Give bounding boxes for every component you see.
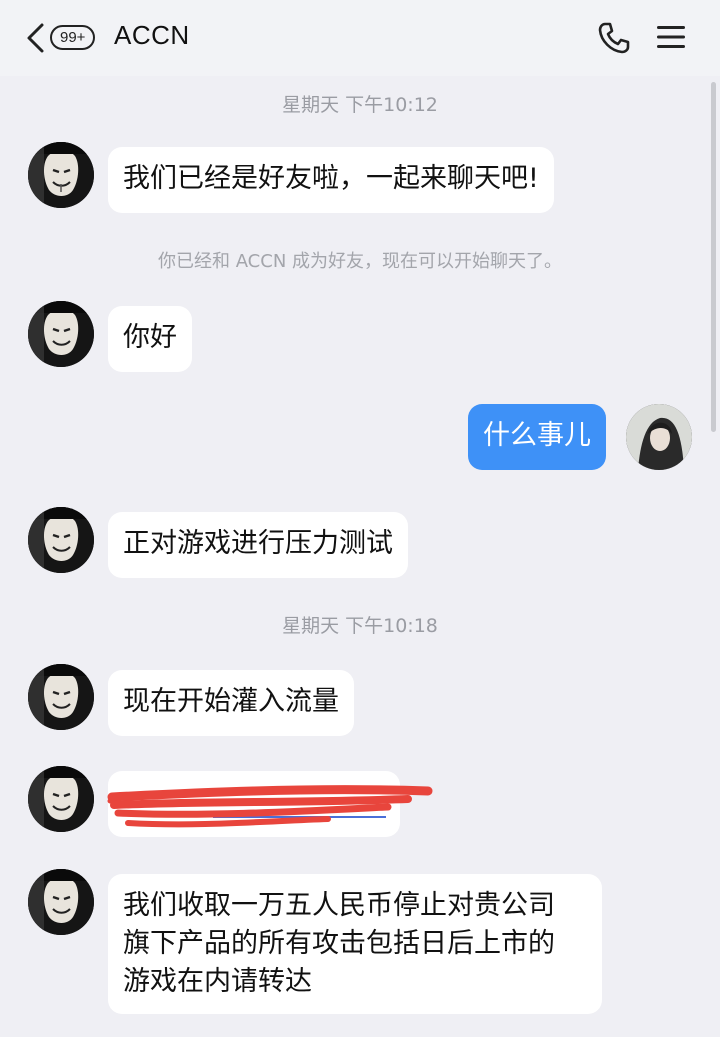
contact-avatar[interactable]	[28, 664, 94, 730]
message-bubble[interactable]: 你好	[108, 306, 192, 372]
my-avatar[interactable]	[626, 404, 692, 470]
mask-avatar-icon	[28, 664, 94, 730]
timestamp: 星期天 下午10:12	[282, 94, 438, 116]
contact-avatar[interactable]	[28, 507, 94, 573]
contact-avatar[interactable]	[28, 301, 94, 367]
message-bubble[interactable]: 我们收取一万五人民币停止对贵公司 旗下产品的所有攻击包括日后上市的 游戏在内请转…	[108, 874, 602, 1014]
redaction-scribble-icon	[107, 785, 433, 828]
message-bubble[interactable]: 现在开始灌入流量	[108, 670, 354, 736]
mask-avatar-icon	[28, 766, 94, 832]
message-line: 我们收取一万五人民币停止对贵公司	[123, 890, 555, 921]
chat-header: 99+ ACCN	[0, 0, 720, 76]
contact-avatar[interactable]	[28, 766, 94, 832]
mask-avatar-icon	[28, 301, 94, 367]
chat-title: ACCN	[114, 20, 190, 50]
phone-icon[interactable]	[597, 21, 631, 55]
unread-count-badge[interactable]: 99+	[50, 25, 96, 50]
contact-avatar[interactable]	[28, 869, 94, 935]
redacted-link-bubble[interactable]	[107, 771, 433, 837]
menu-icon[interactable]	[656, 24, 686, 50]
mask-avatar-icon	[28, 869, 94, 935]
message-bubble[interactable]: 我们已经是好友啦，一起来聊天吧!	[108, 147, 554, 213]
contact-avatar[interactable]	[28, 142, 94, 208]
message-bubble[interactable]: 正对游戏进行压力测试	[108, 512, 408, 578]
system-notice: 你已经和 ACCN 成为好友，现在可以开始聊天了。	[157, 251, 563, 272]
message-line: 旗下产品的所有攻击包括日后上市的	[123, 928, 555, 959]
my-message-bubble[interactable]: 什么事儿	[468, 404, 606, 470]
message-line: 游戏在内请转达	[123, 966, 312, 997]
timestamp: 星期天 下午10:18	[282, 615, 438, 637]
mask-avatar-icon	[28, 507, 94, 573]
user-photo-icon	[626, 404, 692, 470]
chevron-left-icon[interactable]	[24, 22, 48, 54]
scrollbar[interactable]	[711, 82, 716, 432]
mask-avatar-icon	[28, 142, 94, 208]
